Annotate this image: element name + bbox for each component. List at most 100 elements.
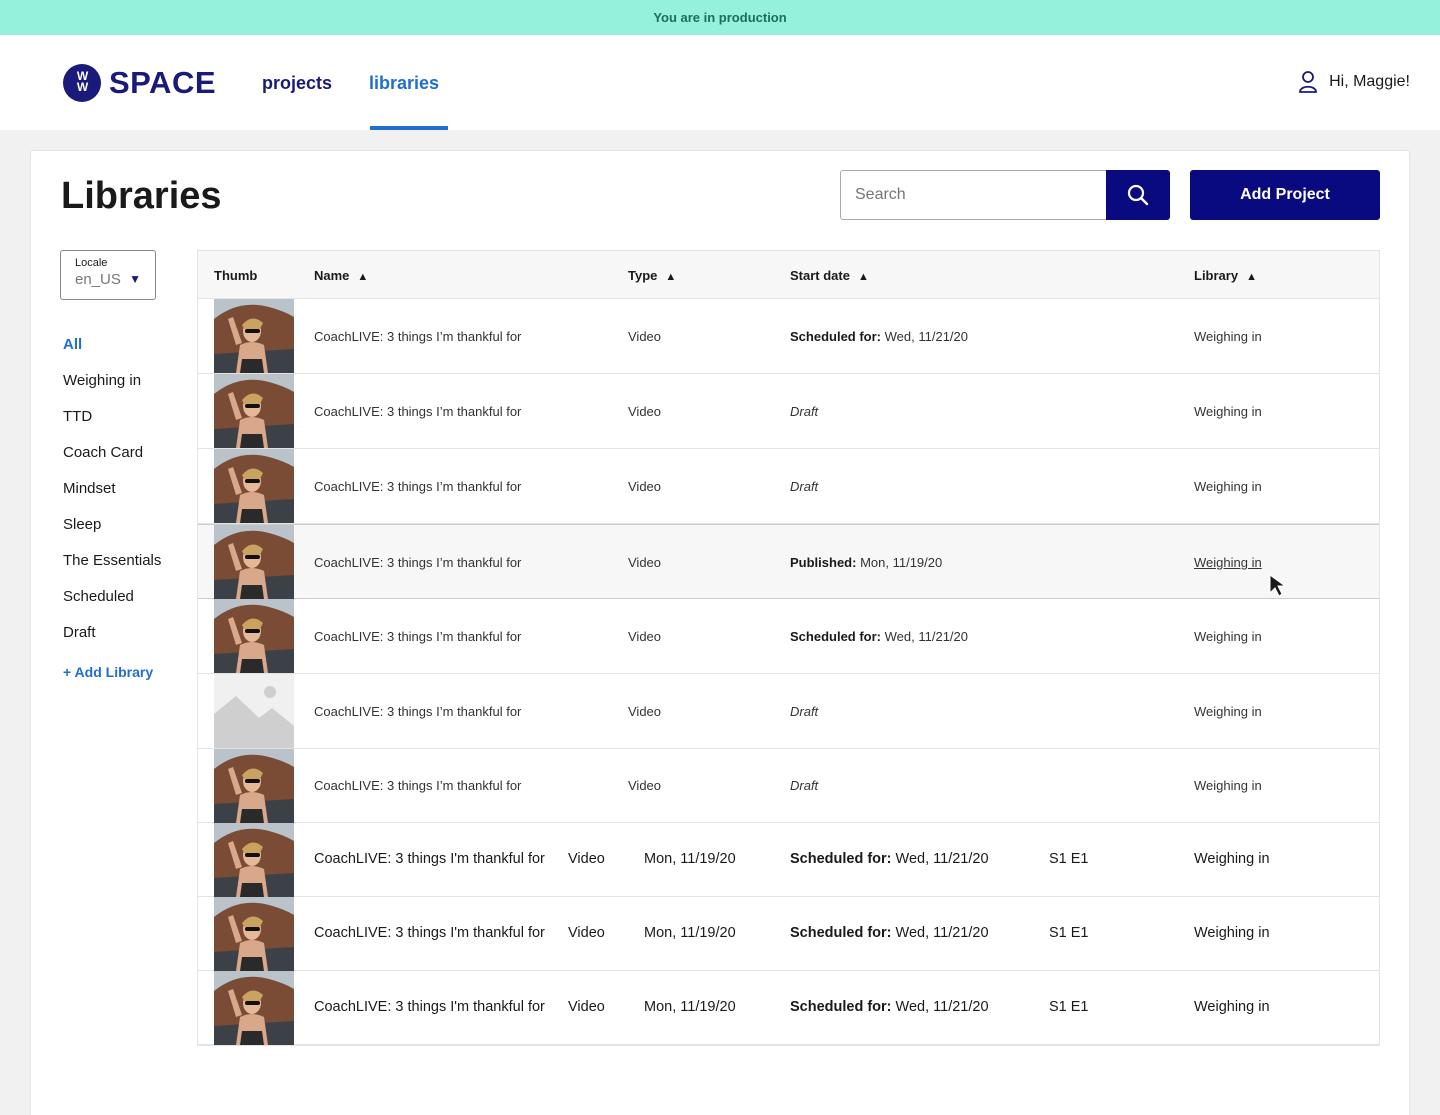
table-row[interactable]: CoachLIVE: 3 things I’m thankful for Vide… <box>198 674 1379 749</box>
column-name[interactable]: Name ▲ <box>314 268 368 283</box>
row-thumbnail[interactable] <box>214 599 294 673</box>
row-library-link[interactable]: Weighing in <box>1194 555 1262 570</box>
row-thumbnail[interactable] <box>214 449 294 523</box>
row-status: Draft <box>790 404 818 419</box>
row-name[interactable]: CoachLIVE: 3 things I’m thankful for <box>314 555 521 570</box>
user-menu[interactable]: Hi, Maggie! <box>1299 71 1410 93</box>
status-date: Wed, 11/21/20 <box>895 999 989 1015</box>
row-status: Scheduled for: Wed, 11/21/20 <box>790 999 989 1015</box>
row-thumbnail[interactable] <box>214 749 294 823</box>
photo-thumbnail <box>214 971 294 1045</box>
status-date: Draft <box>790 479 819 494</box>
column-type[interactable]: Type ▲ <box>628 268 676 283</box>
page-title: Libraries <box>61 175 222 217</box>
row-name[interactable]: CoachLIVE: 3 things I’m thankful for <box>314 329 521 344</box>
libraries-table: Thumb Name ▲ Type ▲ Start date ▲ Library ▲ C… <box>197 250 1380 1046</box>
sidebar-item-coach-card[interactable]: Coach Card <box>63 444 161 480</box>
logo-text: SPACE <box>109 65 217 100</box>
row-name[interactable]: CoachLIVE: 3 things I’m thankful for <box>314 404 521 419</box>
nav-libraries[interactable]: libraries <box>369 73 439 94</box>
table-row[interactable]: CoachLIVE: 3 things I’m thankful for Vide… <box>198 749 1379 823</box>
nav-projects[interactable]: projects <box>262 73 332 94</box>
status-label: Published: <box>790 555 857 570</box>
status-date: Draft <box>790 404 819 419</box>
sidebar-item-ttd[interactable]: TTD <box>63 408 161 444</box>
row-thumbnail[interactable] <box>214 525 294 599</box>
row-type: Video <box>628 555 662 570</box>
search-button[interactable] <box>1106 170 1170 220</box>
sort-up-icon: ▲ <box>1246 271 1257 283</box>
row-library-link[interactable]: Weighing in <box>1194 999 1270 1015</box>
sort-up-icon: ▲ <box>357 271 369 283</box>
row-name[interactable]: CoachLIVE: 3 things I'm thankful for <box>314 999 545 1015</box>
locale-value: en_US <box>75 271 121 288</box>
column-start-date-label: Start date <box>790 268 850 283</box>
row-library-link[interactable]: Weighing in <box>1194 778 1262 793</box>
row-library-link[interactable]: Weighing in <box>1194 704 1262 719</box>
row-library-link[interactable]: Weighing in <box>1194 404 1262 419</box>
row-thumbnail[interactable] <box>214 897 294 971</box>
row-type: Video <box>628 329 662 344</box>
sidebar-item-weighing-in[interactable]: Weighing in <box>63 372 161 408</box>
add-library-link[interactable]: + Add Library <box>63 664 161 680</box>
column-start-date[interactable]: Start date ▲ <box>790 268 869 283</box>
row-library-link[interactable]: Weighing in <box>1194 479 1262 494</box>
logo[interactable]: WW SPACE <box>63 64 216 102</box>
row-name[interactable]: CoachLIVE: 3 things I’m thankful for <box>314 479 521 494</box>
row-thumbnail[interactable] <box>214 299 294 373</box>
row-thumbnail[interactable] <box>214 823 294 897</box>
locale-select[interactable]: Locale en_US ▼ <box>60 250 156 300</box>
row-type: Video <box>568 925 605 941</box>
row-status: Scheduled for: Wed, 11/21/20 <box>790 851 989 867</box>
table-row[interactable]: CoachLIVE: 3 things I’m thankful for Vide… <box>198 374 1379 449</box>
add-project-button[interactable]: Add Project <box>1190 170 1380 220</box>
row-status: Scheduled for: Wed, 11/21/20 <box>790 629 968 644</box>
row-thumbnail[interactable] <box>214 674 294 748</box>
row-library-link[interactable]: Weighing in <box>1194 925 1270 941</box>
row-status: Scheduled for: Wed, 11/21/20 <box>790 925 989 941</box>
row-name[interactable]: CoachLIVE: 3 things I'm thankful for <box>314 851 545 867</box>
table-row[interactable]: CoachLIVE: 3 things I'm thankful for Vide… <box>198 823 1379 897</box>
row-status: Draft <box>790 704 818 719</box>
sidebar-item-mindset[interactable]: Mindset <box>63 480 161 516</box>
column-thumb-label: Thumb <box>214 268 258 283</box>
row-type: Video <box>628 629 662 644</box>
row-name[interactable]: CoachLIVE: 3 things I'm thankful for <box>314 925 545 941</box>
row-thumbnail[interactable] <box>214 971 294 1045</box>
status-label: Scheduled for: <box>790 329 882 344</box>
sidebar-item-all[interactable]: All <box>63 336 161 372</box>
status-date: Wed, 11/21/20 <box>895 925 989 941</box>
sidebar-item-sleep[interactable]: Sleep <box>63 516 161 552</box>
column-library-label: Library <box>1194 268 1239 283</box>
table-row[interactable]: CoachLIVE: 3 things I'm thankful for Vide… <box>198 971 1379 1045</box>
column-name-label: Name <box>314 268 350 283</box>
row-name[interactable]: CoachLIVE: 3 things I’m thankful for <box>314 629 521 644</box>
column-library[interactable]: Library ▲ <box>1194 268 1257 283</box>
sort-up-icon: ▲ <box>857 271 869 283</box>
row-library-link[interactable]: Weighing in <box>1194 329 1262 344</box>
row-name[interactable]: CoachLIVE: 3 things I’m thankful for <box>314 778 521 793</box>
image-placeholder-icon <box>214 674 294 748</box>
table-row[interactable]: CoachLIVE: 3 things I’m thankful for Vide… <box>198 449 1379 524</box>
photo-thumbnail <box>214 449 294 523</box>
table-row[interactable]: CoachLIVE: 3 things I’m thankful for Vide… <box>198 599 1379 674</box>
sidebar-item-draft[interactable]: Draft <box>63 624 161 660</box>
photo-thumbnail <box>214 897 294 971</box>
row-library-link[interactable]: Weighing in <box>1194 851 1270 867</box>
status-date: Wed, 11/21/20 <box>895 851 989 867</box>
row-type: Video <box>628 479 662 494</box>
status-label: Scheduled for: <box>790 629 882 644</box>
table-row[interactable]: CoachLIVE: 3 things I'm thankful for Vide… <box>198 897 1379 971</box>
row-name[interactable]: CoachLIVE: 3 things I’m thankful for <box>314 704 521 719</box>
status-label: Scheduled for: <box>790 925 892 941</box>
row-thumbnail[interactable] <box>214 374 294 448</box>
sidebar-item-the-essentials[interactable]: The Essentials <box>63 552 161 588</box>
row-library-link[interactable]: Weighing in <box>1194 629 1262 644</box>
sidebar-item-scheduled[interactable]: Scheduled <box>63 588 161 624</box>
row-date: Mon, 11/19/20 <box>644 851 736 867</box>
table-row[interactable]: CoachLIVE: 3 things I’m thankful for Vide… <box>198 524 1379 599</box>
photo-thumbnail <box>214 525 294 599</box>
search-input[interactable] <box>840 170 1107 220</box>
row-episode: S1 E1 <box>1049 925 1089 941</box>
table-row[interactable]: CoachLIVE: 3 things I’m thankful for Vide… <box>198 299 1379 374</box>
